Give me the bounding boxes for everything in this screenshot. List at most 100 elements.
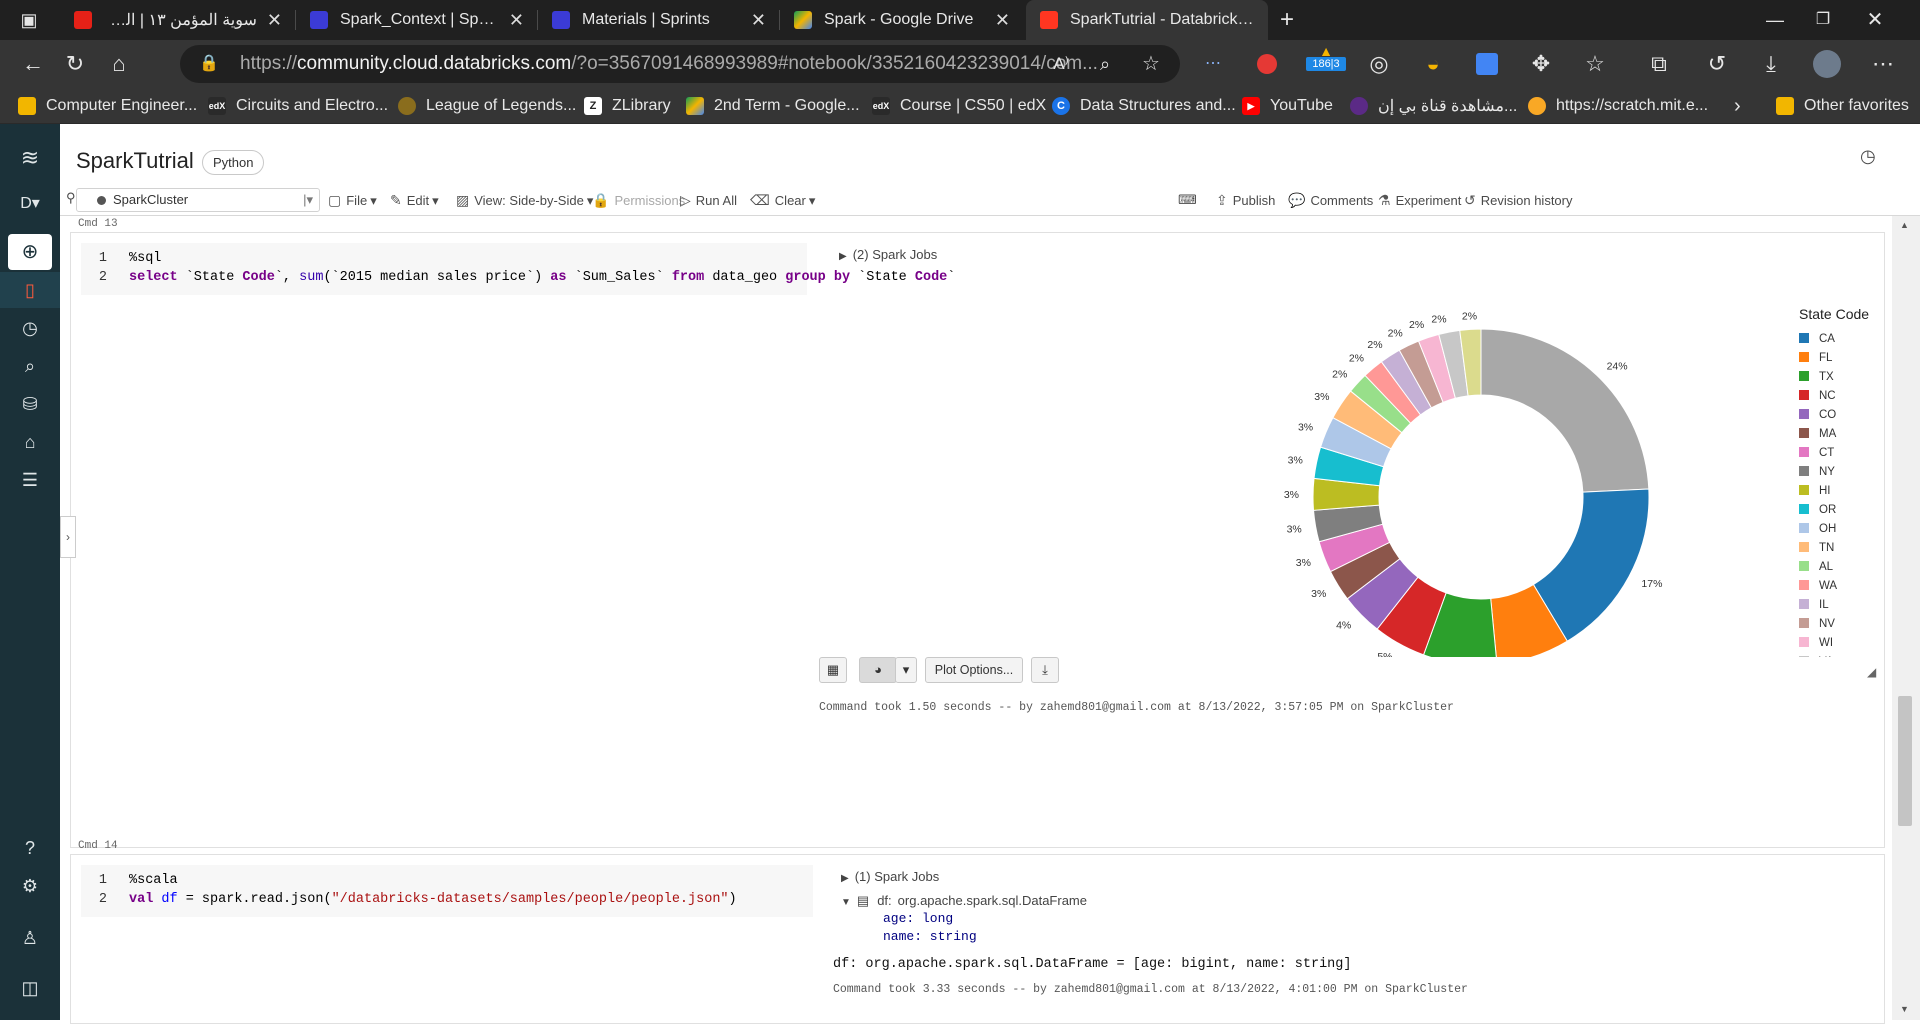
view-menu[interactable]: ▨ View: Side-by-Side ▾: [456, 192, 593, 209]
legend-swatch[interactable]: [1799, 523, 1809, 533]
bookmarks-overflow-chevron-icon[interactable]: ›: [1734, 88, 1741, 124]
legend-swatch[interactable]: [1799, 466, 1809, 476]
donut-slice-others[interactable]: [1480, 328, 1650, 493]
profile-avatar[interactable]: [1812, 49, 1842, 79]
pie-chart-view-icon[interactable]: ◕: [859, 657, 897, 683]
chart-type-dropdown-icon[interactable]: ▾: [895, 657, 917, 683]
legend-label[interactable]: OR: [1819, 504, 1836, 516]
downloads-icon[interactable]: ⤓: [1756, 49, 1786, 79]
legend-label[interactable]: CA: [1819, 333, 1835, 345]
legend-label[interactable]: IL: [1819, 599, 1829, 611]
legend-swatch[interactable]: [1799, 333, 1809, 343]
dataframe-schema-toggle[interactable]: ▼ ▤ df: org.apache.spark.sql.DataFrame: [841, 893, 1087, 909]
jobs-icon[interactable]: ☰: [0, 462, 60, 498]
experiment-button[interactable]: ⚗ Experiment: [1378, 192, 1461, 209]
extension-hand-icon[interactable]: [1252, 49, 1282, 79]
notebook-language-badge[interactable]: Python: [202, 150, 265, 175]
permissions-button[interactable]: 🔒 Permissions: [592, 192, 685, 209]
browser-tab-1[interactable]: سوية المؤمن ١٣ | الحياء | جلسات ت... ✕: [60, 0, 296, 40]
revision-history-button[interactable]: ↺ Revision history: [1464, 192, 1573, 209]
extension-badge[interactable]: ▲ 186|3: [1306, 44, 1346, 75]
home-icon[interactable]: ⌂: [104, 49, 134, 79]
scroll-up-icon[interactable]: ▲: [1900, 220, 1909, 230]
legend-label[interactable]: CT: [1819, 447, 1834, 459]
help-icon[interactable]: ?: [0, 830, 60, 866]
legend-swatch[interactable]: [1799, 428, 1809, 438]
table-view-icon[interactable]: ▦: [819, 657, 847, 683]
file-menu[interactable]: ▢ File ▾: [328, 192, 377, 209]
close-icon[interactable]: ✕: [509, 10, 524, 31]
bookmark-item[interactable]: مشاهدة قناة بي إن...: [1350, 88, 1517, 124]
bookmark-item[interactable]: Computer Engineer...: [18, 88, 197, 124]
restore-icon[interactable]: ❐: [1808, 5, 1838, 35]
favorites-icon[interactable]: ☆: [1580, 49, 1610, 79]
schedule-clock-icon[interactable]: ◷: [1860, 146, 1876, 167]
spark-jobs-toggle[interactable]: ▶ (2) Spark Jobs: [839, 247, 937, 262]
legend-label[interactable]: NV: [1819, 618, 1835, 630]
persona-switcher-icon[interactable]: D▾: [0, 186, 60, 222]
keyboard-shortcuts-icon[interactable]: ⌨: [1178, 192, 1197, 208]
legend-swatch[interactable]: [1799, 504, 1809, 514]
legend-label[interactable]: WI: [1819, 637, 1833, 649]
run-all-button[interactable]: ▷ Run All: [680, 192, 737, 209]
history-icon[interactable]: ↺: [1702, 49, 1732, 79]
create-icon[interactable]: ⊕: [8, 234, 52, 270]
legend-swatch[interactable]: [1799, 599, 1809, 609]
notebook-title[interactable]: SparkTutrial: [76, 148, 194, 174]
resize-handle-icon[interactable]: ◢: [1867, 665, 1876, 679]
recents-clock-icon[interactable]: ◷: [0, 310, 60, 346]
user-icon[interactable]: ♙: [0, 920, 60, 956]
legend-label[interactable]: OH: [1819, 523, 1836, 535]
close-icon[interactable]: ✕: [751, 10, 766, 31]
cell-14[interactable]: 1 %scala 2 val df = spark.read.json("/data…: [70, 854, 1885, 1024]
legend-swatch[interactable]: [1799, 390, 1809, 400]
data-icon[interactable]: ⛁: [0, 386, 60, 422]
collections-icon[interactable]: ⧉: [1644, 49, 1674, 79]
legend-label[interactable]: TN: [1819, 542, 1834, 554]
comments-button[interactable]: 💬 Comments: [1288, 192, 1373, 209]
more-menu-icon[interactable]: ⋯: [1868, 49, 1898, 79]
legend-swatch[interactable]: [1799, 637, 1809, 647]
legend-swatch[interactable]: [1799, 485, 1809, 495]
browser-tab-2[interactable]: Spark_Context | Sprints ✕: [296, 0, 538, 40]
spark-jobs-toggle[interactable]: ▶ (1) Spark Jobs: [841, 869, 939, 884]
legend-label[interactable]: FL: [1819, 352, 1833, 364]
clear-menu[interactable]: ⌫ Clear ▾: [750, 192, 815, 209]
legend-swatch[interactable]: [1799, 409, 1809, 419]
tab-actions-icon[interactable]: ▣: [14, 5, 44, 35]
new-tab-icon[interactable]: +: [1272, 5, 1302, 35]
browser-tab-4[interactable]: Spark - Google Drive ✕: [780, 0, 1024, 40]
edit-menu[interactable]: ✎ Edit ▾: [390, 192, 439, 209]
scroll-down-icon[interactable]: ▼: [1900, 1004, 1909, 1014]
close-icon[interactable]: ✕: [995, 10, 1010, 31]
search-icon[interactable]: ⌕: [0, 348, 60, 384]
bookmark-item[interactable]: 2nd Term - Google...: [686, 88, 860, 124]
plot-options-button[interactable]: Plot Options...: [925, 657, 1023, 683]
minimize-icon[interactable]: —: [1760, 5, 1790, 35]
legend-label[interactable]: WA: [1819, 580, 1837, 592]
bookmark-item[interactable]: ▶ YouTube: [1242, 88, 1333, 124]
cell-13[interactable]: 1 %sql 2 select `State Code`, sum(`2015 me…: [70, 232, 1885, 848]
legend-swatch[interactable]: [1799, 542, 1809, 552]
extension-dots-icon[interactable]: ⋯: [1198, 49, 1228, 79]
favorite-star-icon[interactable]: ☆: [1136, 49, 1166, 79]
legend-swatch[interactable]: [1799, 618, 1809, 628]
cluster-selector[interactable]: SparkCluster |▾: [76, 188, 320, 212]
bookmark-item[interactable]: Z ZLibrary: [584, 88, 671, 124]
scrollbar-thumb[interactable]: [1898, 696, 1912, 826]
legend-label[interactable]: MA: [1819, 428, 1837, 440]
extensions-puzzle-icon[interactable]: ✥: [1526, 49, 1556, 79]
legend-swatch[interactable]: [1799, 371, 1809, 381]
workspace-icon[interactable]: ▯: [0, 272, 60, 308]
bookmark-item[interactable]: edX Circuits and Electro...: [208, 88, 388, 124]
legend-label[interactable]: CO: [1819, 409, 1836, 421]
legend-label[interactable]: HI: [1819, 485, 1831, 497]
browser-tab-3[interactable]: Materials | Sprints ✕: [538, 0, 780, 40]
bookmark-item[interactable]: League of Legends...: [398, 88, 576, 124]
legend-swatch[interactable]: [1799, 561, 1809, 571]
browser-tab-5-active[interactable]: SparkTutrial - Databricks Commu...: [1026, 0, 1268, 40]
notebook-scrollbar[interactable]: ▲ ▼: [1892, 216, 1920, 1020]
zoom-icon[interactable]: ⌕: [1090, 49, 1120, 79]
bookmark-item[interactable]: C Data Structures and...: [1052, 88, 1236, 124]
close-icon[interactable]: ✕: [267, 10, 282, 31]
